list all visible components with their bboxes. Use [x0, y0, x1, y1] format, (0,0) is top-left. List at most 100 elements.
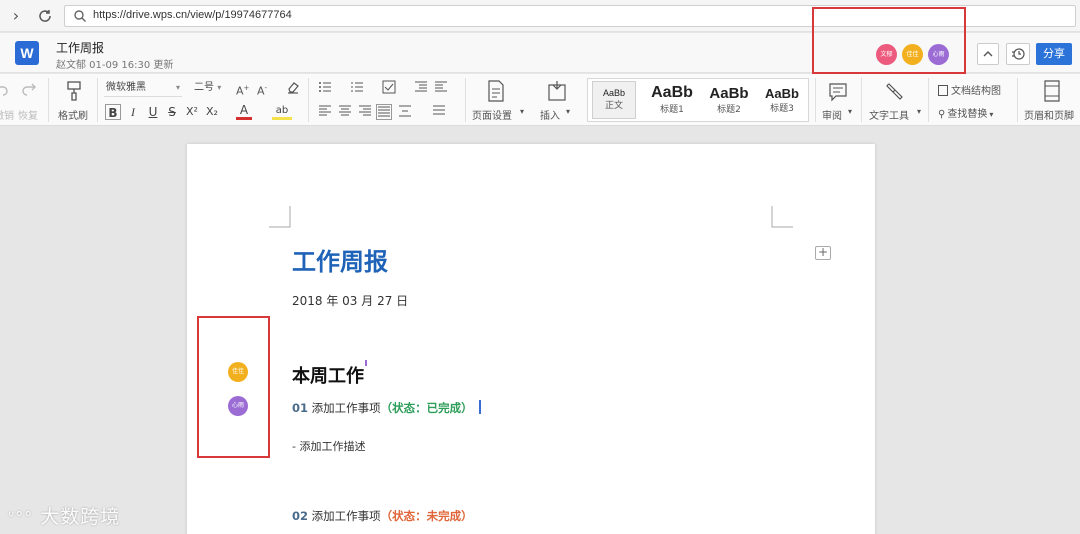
justify-icon[interactable] [376, 104, 392, 120]
align-center-icon[interactable] [338, 104, 352, 120]
history-button[interactable] [1006, 43, 1030, 65]
bold-icon[interactable]: B [105, 104, 121, 120]
chevron-down-icon: ▾ [989, 110, 994, 119]
page-setup-button[interactable] [484, 80, 508, 102]
format-painter-label: 格式刷 [58, 111, 88, 122]
insert-label: 插入 [540, 111, 560, 122]
style-heading1[interactable]: AaBb 标题1 [644, 81, 700, 119]
insert-icon [548, 81, 566, 101]
avatar[interactable]: 文郁 [876, 44, 897, 65]
doc-meta: 赵文郁 01-09 16:30 更新 [56, 60, 174, 71]
history-icon [1012, 48, 1025, 60]
review-button[interactable] [826, 80, 850, 102]
collaborator-cursor [479, 400, 481, 414]
style-preview: AaBb [765, 86, 799, 101]
format-painter-button[interactable] [56, 80, 92, 102]
chevron-down-icon: ▾ [917, 107, 922, 116]
wps-logo-icon[interactable]: W [15, 41, 39, 65]
style-heading2[interactable]: AaBb 标题2 [702, 81, 756, 119]
font-size-select[interactable]: 二号 ▾ [194, 80, 230, 97]
url-input[interactable]: https://drive.wps.cn/view/p/19974677764 [64, 5, 1076, 27]
chevron-down-icon: ▾ [175, 83, 180, 92]
decrease-font-icon[interactable]: A- [257, 80, 267, 98]
clear-format-icon[interactable] [286, 80, 300, 96]
avatar[interactable]: 心雨 [228, 396, 248, 416]
watermark: ᐡ°° 大数跨境 [8, 502, 120, 529]
doc-structure-button[interactable]: 文档结构图 [938, 82, 1001, 97]
wrench-icon [886, 83, 903, 100]
reload-icon[interactable] [35, 6, 55, 26]
item-text: 添加工作事项 [311, 401, 381, 415]
section-heading[interactable]: 本周工作 [292, 362, 364, 388]
chevron-down-icon: ▾ [520, 107, 525, 116]
align-left-icon[interactable] [318, 104, 332, 120]
collaborator-cursor [365, 360, 367, 366]
font-family-select[interactable]: 微软雅黑 ▾ [104, 80, 182, 97]
avatar[interactable]: 佳佳 [902, 44, 923, 65]
collapse-ribbon-button[interactable] [977, 43, 999, 65]
document-page[interactable]: 工作周报 + 2018 年 03 月 27 日 本周工作 01 添加工作事项（状… [187, 144, 875, 534]
divider [1017, 78, 1018, 122]
search-icon [74, 10, 86, 22]
checklist-icon[interactable] [382, 80, 396, 96]
text-tools-button[interactable] [883, 80, 907, 102]
title-bar: W 工作周报 赵文郁 01-09 16:30 更新 文郁 佳佳 心雨 分享 [0, 33, 1080, 73]
avatar[interactable]: 佳佳 [228, 362, 248, 382]
work-item[interactable]: 01 添加工作事项（状态：已完成） [292, 400, 473, 416]
font-family-value: 微软雅黑 [106, 82, 146, 93]
distribute-icon[interactable] [398, 104, 412, 120]
decrease-indent-icon[interactable] [414, 80, 428, 96]
work-item[interactable]: 02 添加工作事项（状态：未完成） [292, 508, 473, 524]
item-number: 01 [292, 401, 309, 415]
insert-button[interactable] [545, 80, 569, 102]
share-button[interactable]: 分享 [1036, 43, 1072, 65]
doc-structure-icon [938, 85, 948, 96]
page-setup-label: 页面设置 [472, 111, 512, 122]
doc-title[interactable]: 工作周报 [56, 39, 104, 56]
format-painter-icon [67, 81, 81, 101]
header-footer-button[interactable] [1040, 80, 1064, 102]
bullet-list-icon[interactable] [318, 80, 332, 96]
strikethrough-icon[interactable]: S [164, 104, 180, 120]
header-footer-label: 页眉和页脚 [1024, 111, 1074, 122]
item-description[interactable]: - 添加工作描述 [292, 438, 365, 454]
watermark-logo-icon: ᐡ°° [8, 508, 34, 527]
line-spacing-icon[interactable] [432, 104, 446, 120]
find-replace-button[interactable]: ⚲ 查找替换 ▾ [938, 105, 993, 120]
subscript-icon[interactable]: X₂ [204, 104, 220, 120]
align-right-icon[interactable] [358, 104, 372, 120]
find-replace-label: 查找替换 [947, 109, 988, 120]
divider [815, 78, 816, 122]
page-setup-icon [488, 80, 504, 102]
increase-font-icon[interactable]: A+ [236, 80, 249, 98]
style-normal[interactable]: AaBb 正文 [592, 81, 636, 119]
style-gallery: AaBb 正文 AaBb 标题1 AaBb 标题2 AaBb 标题3 [587, 78, 809, 122]
chevron-down-icon: ▾ [848, 107, 853, 116]
redo-button[interactable] [18, 80, 40, 96]
divider [928, 78, 929, 122]
watermark-text: 大数跨境 [40, 506, 121, 528]
search-icon: ⚲ [938, 109, 946, 120]
undo-label: 撤销 [0, 111, 14, 122]
style-heading3[interactable]: AaBb 标题3 [756, 81, 808, 119]
numbered-list-icon[interactable] [350, 80, 364, 96]
superscript-icon[interactable]: X² [184, 104, 200, 120]
doc-structure-label: 文档结构图 [951, 86, 1001, 97]
review-icon [829, 83, 847, 102]
forward-icon[interactable]: › [6, 6, 26, 26]
highlight-icon[interactable]: ab [272, 104, 292, 120]
document-date[interactable]: 2018 年 03 月 27 日 [292, 292, 408, 309]
font-color-icon[interactable]: A [236, 104, 252, 120]
avatar[interactable]: 心雨 [928, 44, 949, 65]
item-status: （状态：未完成） [380, 509, 473, 523]
divider [861, 78, 862, 122]
document-title[interactable]: 工作周报 [292, 242, 388, 277]
chevron-down-icon: ▾ [566, 107, 571, 116]
increase-indent-icon[interactable] [434, 80, 448, 96]
underline-icon[interactable]: U [145, 104, 161, 120]
text-tools-label: 文字工具 [869, 111, 909, 122]
margin-corner-icon [269, 206, 291, 228]
italic-icon[interactable]: I [125, 104, 141, 120]
add-block-button[interactable]: + [815, 246, 831, 260]
undo-button[interactable] [0, 80, 12, 96]
